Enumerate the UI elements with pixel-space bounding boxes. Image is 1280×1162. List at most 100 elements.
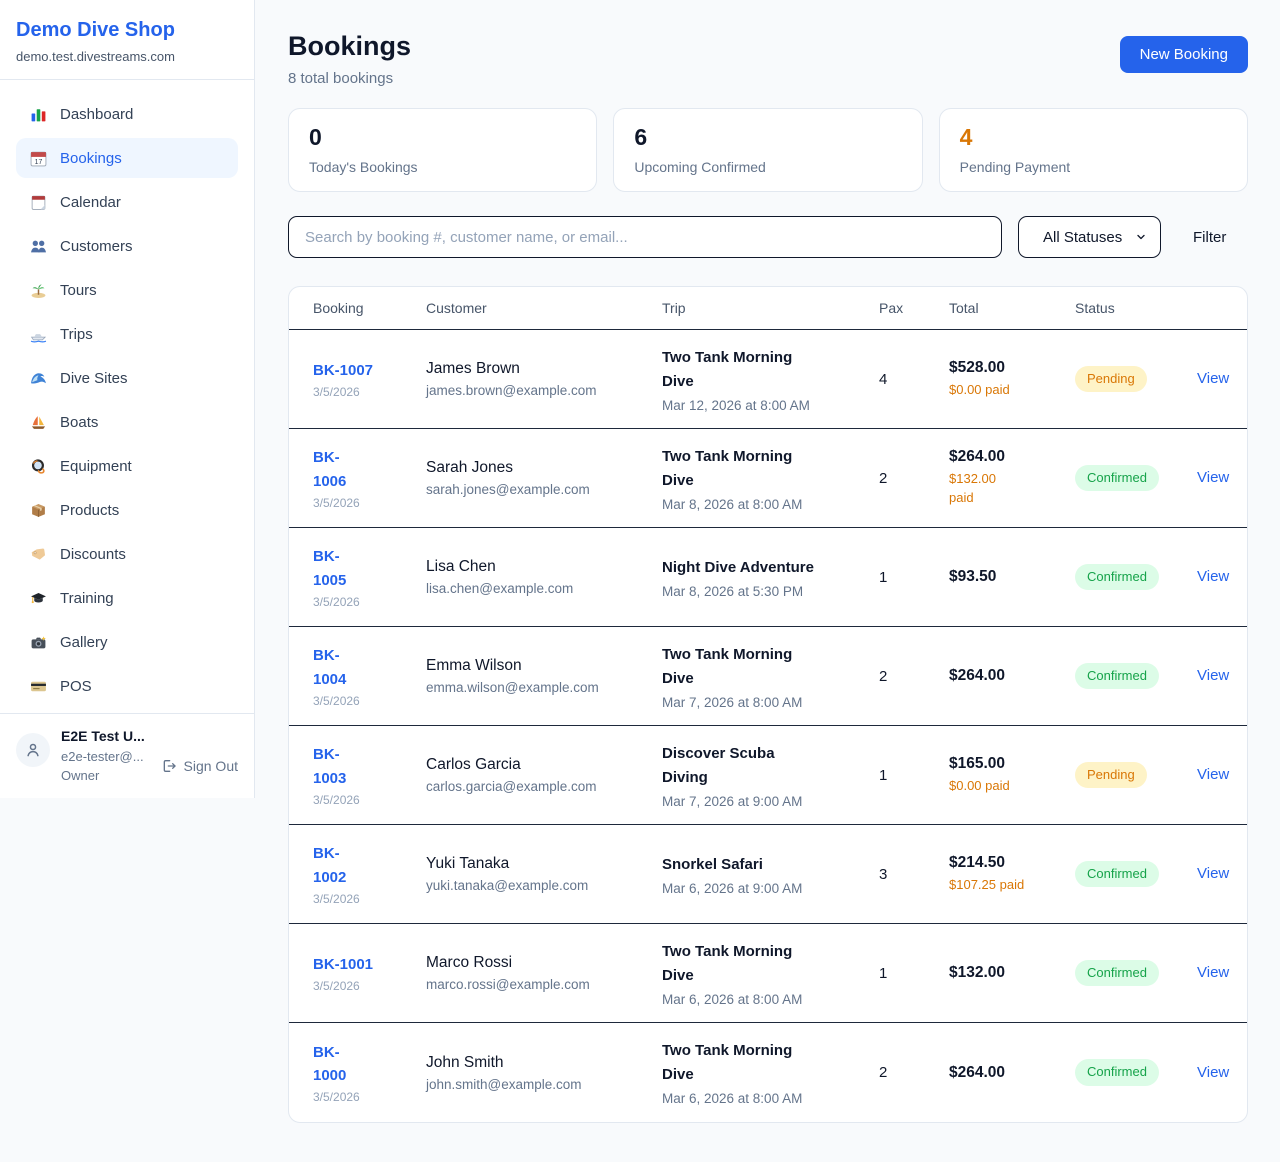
booking-cell: BK-1007 3/5/2026 — [313, 359, 426, 399]
sidebar-item-equipment[interactable]: Equipment — [16, 446, 238, 486]
view-cell: View — [1197, 469, 1223, 487]
customer-email: john.smith@example.com — [426, 1077, 662, 1092]
sidebar-item-dashboard[interactable]: Dashboard — [16, 94, 238, 134]
sidebar-item-discounts[interactable]: Discounts — [16, 534, 238, 574]
view-link[interactable]: View — [1197, 667, 1229, 684]
booking-cell: BK- 1002 3/5/2026 — [313, 842, 426, 906]
sidebar-item-pos[interactable]: POS — [16, 666, 238, 706]
bar-chart-icon — [29, 105, 47, 123]
booking-id-link[interactable]: BK- 1004 — [313, 644, 426, 691]
sidebar-item-label: POS — [60, 678, 92, 695]
booking-id-link[interactable]: BK- 1000 — [313, 1041, 426, 1088]
sidebar-item-training[interactable]: Training — [16, 578, 238, 618]
booking-id-link[interactable]: BK-1007 — [313, 359, 426, 382]
search-input[interactable] — [288, 216, 1002, 258]
sidebar-item-customers[interactable]: Customers — [16, 226, 238, 266]
sidebar-item-boats[interactable]: Boats — [16, 402, 238, 442]
table-row: BK- 1004 3/5/2026 Emma Wilson emma.wilso… — [289, 627, 1247, 726]
trip-date: Mar 7, 2026 at 8:00 AM — [662, 695, 879, 710]
new-booking-button[interactable]: New Booking — [1120, 36, 1248, 73]
chevron-down-icon — [1135, 231, 1147, 243]
tag-icon — [29, 545, 47, 563]
sidebar-item-label: Bookings — [60, 150, 122, 167]
booking-date: 3/5/2026 — [313, 385, 426, 399]
person-icon — [24, 741, 42, 759]
svg-text:17: 17 — [34, 158, 42, 165]
pax-cell: 2 — [879, 1064, 949, 1081]
calendar-page-icon — [29, 193, 47, 211]
sign-out-icon — [161, 758, 177, 774]
column-header-booking: Booking — [313, 300, 426, 316]
status-badge: Confirmed — [1075, 564, 1159, 591]
total-amount: $264.00 — [949, 448, 1075, 466]
total-amount: $528.00 — [949, 359, 1075, 377]
booking-cell: BK- 1006 3/5/2026 — [313, 446, 426, 510]
paid-amount: $107.25 paid — [949, 876, 1075, 895]
total-cell: $165.00 $0.00 paid — [949, 755, 1075, 796]
sidebar-item-gallery[interactable]: Gallery — [16, 622, 238, 662]
booking-cell: BK- 1000 3/5/2026 — [313, 1041, 426, 1105]
booking-date: 3/5/2026 — [313, 595, 426, 609]
view-link[interactable]: View — [1197, 370, 1229, 387]
booking-id-link[interactable]: BK- 1005 — [313, 545, 426, 592]
sidebar-item-tours[interactable]: Tours — [16, 270, 238, 310]
view-link[interactable]: View — [1197, 469, 1229, 486]
view-link[interactable]: View — [1197, 568, 1229, 585]
sign-out-label: Sign Out — [184, 758, 238, 774]
bookings-table: BookingCustomerTripPaxTotalStatus BK-100… — [288, 286, 1248, 1123]
shop-name: Demo Dive Shop — [16, 18, 238, 42]
total-cell: $264.00 — [949, 1064, 1075, 1082]
table-row: BK- 1003 3/5/2026 Carlos Garcia carlos.g… — [289, 726, 1247, 825]
trip-name: Night Dive Adventure — [662, 556, 879, 580]
customer-email: yuki.tanaka@example.com — [426, 878, 662, 893]
trip-cell: Discover Scuba Diving Mar 7, 2026 at 9:0… — [662, 742, 879, 809]
sidebar-item-label: Dive Sites — [60, 370, 128, 387]
view-cell: View — [1197, 667, 1223, 685]
sidebar-item-bookings[interactable]: 17 Bookings — [16, 138, 238, 178]
view-cell: View — [1197, 370, 1223, 388]
customer-name: Carlos Garcia — [426, 756, 662, 774]
booking-date: 3/5/2026 — [313, 892, 426, 906]
view-link[interactable]: View — [1197, 1064, 1229, 1081]
sidebar-item-calendar[interactable]: Calendar — [16, 182, 238, 222]
booking-id-link[interactable]: BK- 1002 — [313, 842, 426, 889]
total-amount: $93.50 — [949, 568, 1075, 586]
paid-amount: $132.00 paid — [949, 470, 1075, 508]
view-link[interactable]: View — [1197, 865, 1229, 882]
booking-id-link[interactable]: BK- 1003 — [313, 743, 426, 790]
booking-id-link[interactable]: BK-1001 — [313, 953, 426, 976]
sidebar-item-trips[interactable]: Trips — [16, 314, 238, 354]
pax-cell: 3 — [879, 866, 949, 883]
booking-date: 3/5/2026 — [313, 694, 426, 708]
filter-button[interactable]: Filter — [1177, 216, 1242, 258]
customer-name: Lisa Chen — [426, 558, 662, 576]
total-cell: $528.00 $0.00 paid — [949, 359, 1075, 400]
trip-cell: Night Dive Adventure Mar 8, 2026 at 5:30… — [662, 556, 879, 599]
wave-icon — [29, 369, 47, 387]
status-cell: Confirmed — [1075, 960, 1197, 987]
view-link[interactable]: View — [1197, 964, 1229, 981]
main-content: Bookings 8 total bookings New Booking 0 … — [288, 0, 1248, 1155]
column-header-customer: Customer — [426, 300, 662, 316]
customer-email: emma.wilson@example.com — [426, 680, 662, 695]
sidebar-item-products[interactable]: Products — [16, 490, 238, 530]
avatar — [16, 733, 50, 767]
status-cell: Confirmed — [1075, 861, 1197, 888]
trip-cell: Snorkel Safari Mar 6, 2026 at 9:00 AM — [662, 853, 879, 896]
status-select[interactable]: All Statuses — [1018, 216, 1161, 258]
camera-icon — [29, 633, 47, 651]
total-cell: $264.00 — [949, 667, 1075, 685]
booking-cell: BK-1001 3/5/2026 — [313, 953, 426, 993]
paid-amount: $0.00 paid — [949, 777, 1075, 796]
sidebar-item-label: Trips — [60, 326, 93, 343]
calendar-icon: 17 — [29, 149, 47, 167]
sign-out-button[interactable]: Sign Out — [161, 758, 238, 774]
sidebar-item-dive-sites[interactable]: Dive Sites — [16, 358, 238, 398]
status-cell: Confirmed — [1075, 564, 1197, 591]
sidebar-item-label: Customers — [60, 238, 133, 255]
view-link[interactable]: View — [1197, 766, 1229, 783]
stat-cards: 0 Today's Bookings 6 Upcoming Confirmed … — [288, 108, 1248, 192]
trip-date: Mar 7, 2026 at 9:00 AM — [662, 794, 879, 809]
booking-id-link[interactable]: BK- 1006 — [313, 446, 426, 493]
sidebar-item-label: Products — [60, 502, 119, 519]
